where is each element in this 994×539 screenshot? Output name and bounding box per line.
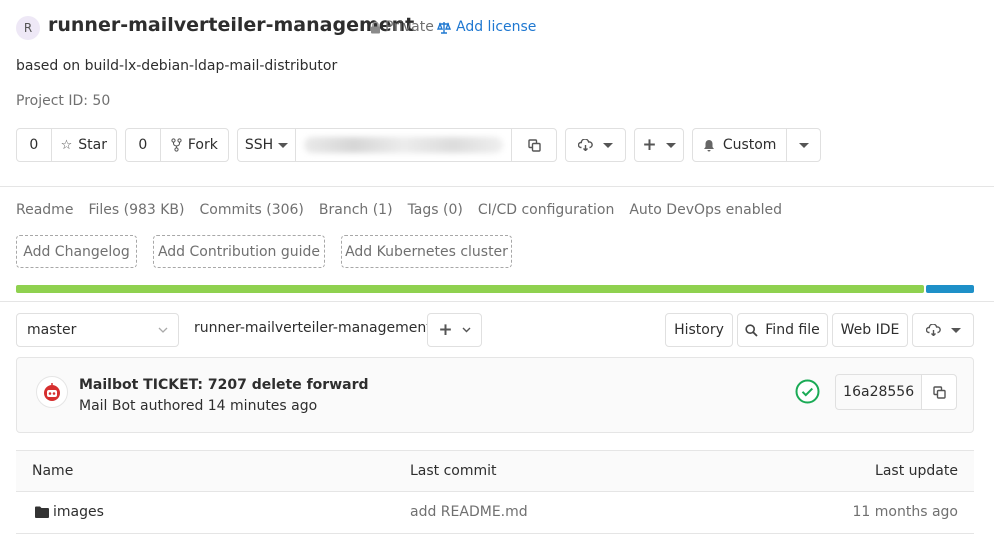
star-button-group[interactable]: 0 ☆ Star (16, 128, 117, 162)
fork-button-group[interactable]: 0 Fork (125, 128, 229, 162)
commit-sha-group[interactable]: 16a28556 (835, 374, 957, 410)
commit-author-line: Mail Bot authored 14 minutes ago (79, 398, 318, 414)
notification-dropdown[interactable]: Custom (692, 128, 821, 162)
project-stats: Readme Files (983 KB) Commits (306) Bran… (16, 202, 797, 218)
cloud-download-icon (925, 324, 941, 336)
new-item-dropdown[interactable]: + (634, 128, 684, 162)
cloud-download-icon (578, 139, 593, 151)
fork-button[interactable]: Fork (159, 129, 228, 161)
file-last-commit[interactable]: add README.md (410, 504, 528, 520)
language-segment[interactable] (16, 285, 924, 293)
commit-sha[interactable]: 16a28556 (836, 375, 921, 409)
fork-icon (171, 138, 182, 152)
language-segment[interactable] (926, 285, 974, 293)
clone-protocol-label: SSH (244, 137, 274, 153)
avatar-letter: R (23, 21, 33, 35)
star-label: Star (78, 137, 108, 153)
find-file-label: Find file (765, 322, 820, 338)
blurred-url (304, 137, 503, 153)
download-dropdown[interactable] (565, 128, 626, 162)
divider (0, 301, 994, 302)
plus-icon: + (438, 319, 453, 340)
clone-url-input[interactable] (295, 129, 511, 161)
search-icon (745, 323, 758, 337)
download-tree-dropdown[interactable] (912, 313, 974, 347)
notification-label: Custom (722, 137, 777, 153)
divider (0, 186, 994, 187)
add-contribution-guide-button[interactable]: Add Contribution guide (153, 235, 325, 268)
clone-protocol-dropdown[interactable]: SSH (238, 129, 295, 161)
stat-cicd[interactable]: CI/CD configuration (478, 202, 615, 218)
project-id: Project ID: 50 (16, 93, 111, 109)
branch-selector[interactable]: master (16, 313, 179, 347)
fork-label: Fork (187, 137, 218, 153)
notification-toggle[interactable] (786, 129, 820, 161)
chevron-down-icon (798, 142, 809, 148)
files-table-header: Name Last commit Last update (16, 450, 974, 492)
breadcrumb: runner-mailverteiler-management / (194, 320, 447, 336)
commit-author-avatar[interactable] (36, 376, 68, 408)
add-license-link[interactable]: Add license (437, 19, 536, 35)
chevron-down-icon (665, 142, 676, 148)
fork-count[interactable]: 0 (126, 129, 160, 161)
branch-name: master (27, 322, 77, 338)
add-license-label: Add license (456, 19, 537, 35)
stat-readme[interactable]: Readme (16, 202, 73, 218)
bell-icon (703, 139, 714, 151)
history-button[interactable]: History (665, 313, 733, 347)
stat-tags[interactable]: Tags (0) (408, 202, 463, 218)
visibility-label: Private (385, 19, 434, 35)
stat-branch[interactable]: Branch (1) (319, 202, 393, 218)
project-avatar[interactable]: R (16, 16, 40, 40)
find-file-button[interactable]: Find file (737, 313, 828, 347)
copy-url-button[interactable] (511, 129, 556, 161)
file-name[interactable]: images (53, 504, 104, 520)
pipeline-passed-icon[interactable] (795, 379, 820, 404)
add-kubernetes-cluster-button[interactable]: Add Kubernetes cluster (341, 235, 512, 268)
folder-icon (35, 506, 49, 518)
star-button[interactable]: ☆ Star (50, 129, 116, 161)
header-name: Name (32, 463, 74, 479)
header-last-commit: Last commit (410, 463, 497, 479)
chevron-down-icon (278, 142, 289, 148)
file-last-update: 11 months ago (852, 504, 958, 520)
star-icon: ☆ (60, 137, 73, 153)
copy-icon (527, 138, 541, 152)
table-row[interactable]: images add README.md 11 months ago (16, 492, 974, 534)
chevron-down-icon (158, 327, 168, 333)
copy-icon (932, 385, 946, 399)
chevron-down-icon (462, 327, 471, 333)
chevron-down-icon (603, 142, 613, 148)
header-last-update: Last update (875, 463, 958, 479)
robot-avatar-icon (44, 383, 60, 401)
commit-title[interactable]: Mailbot TICKET: 7207 delete forward (79, 377, 369, 393)
stat-files[interactable]: Files (983 KB) (88, 202, 184, 218)
last-commit-panel: Mailbot TICKET: 7207 delete forward Mail… (16, 357, 974, 433)
repository-languages-bar[interactable] (16, 285, 974, 293)
project-description: based on build-lx-debian-ldap-mail-distr… (16, 58, 338, 74)
clone-url-group[interactable]: SSH (237, 128, 557, 162)
add-changelog-button[interactable]: Add Changelog (16, 235, 137, 268)
project-title[interactable]: runner-mailverteiler-management (48, 14, 414, 36)
stat-autodevops[interactable]: Auto DevOps enabled (629, 202, 782, 218)
chevron-down-icon (950, 327, 961, 333)
stat-commits[interactable]: Commits (306) (200, 202, 304, 218)
web-ide-button[interactable]: Web IDE (832, 313, 908, 347)
lock-icon (371, 21, 380, 33)
plus-icon: + (642, 134, 657, 155)
breadcrumb-project[interactable]: runner-mailverteiler-management (194, 320, 432, 336)
visibility-badge: Private (370, 19, 434, 35)
add-to-tree-dropdown[interactable]: + (427, 313, 482, 347)
star-count[interactable]: 0 (17, 129, 51, 161)
copy-sha-button[interactable] (921, 375, 956, 409)
scale-icon (437, 21, 451, 34)
notification-button[interactable]: Custom (693, 129, 786, 161)
